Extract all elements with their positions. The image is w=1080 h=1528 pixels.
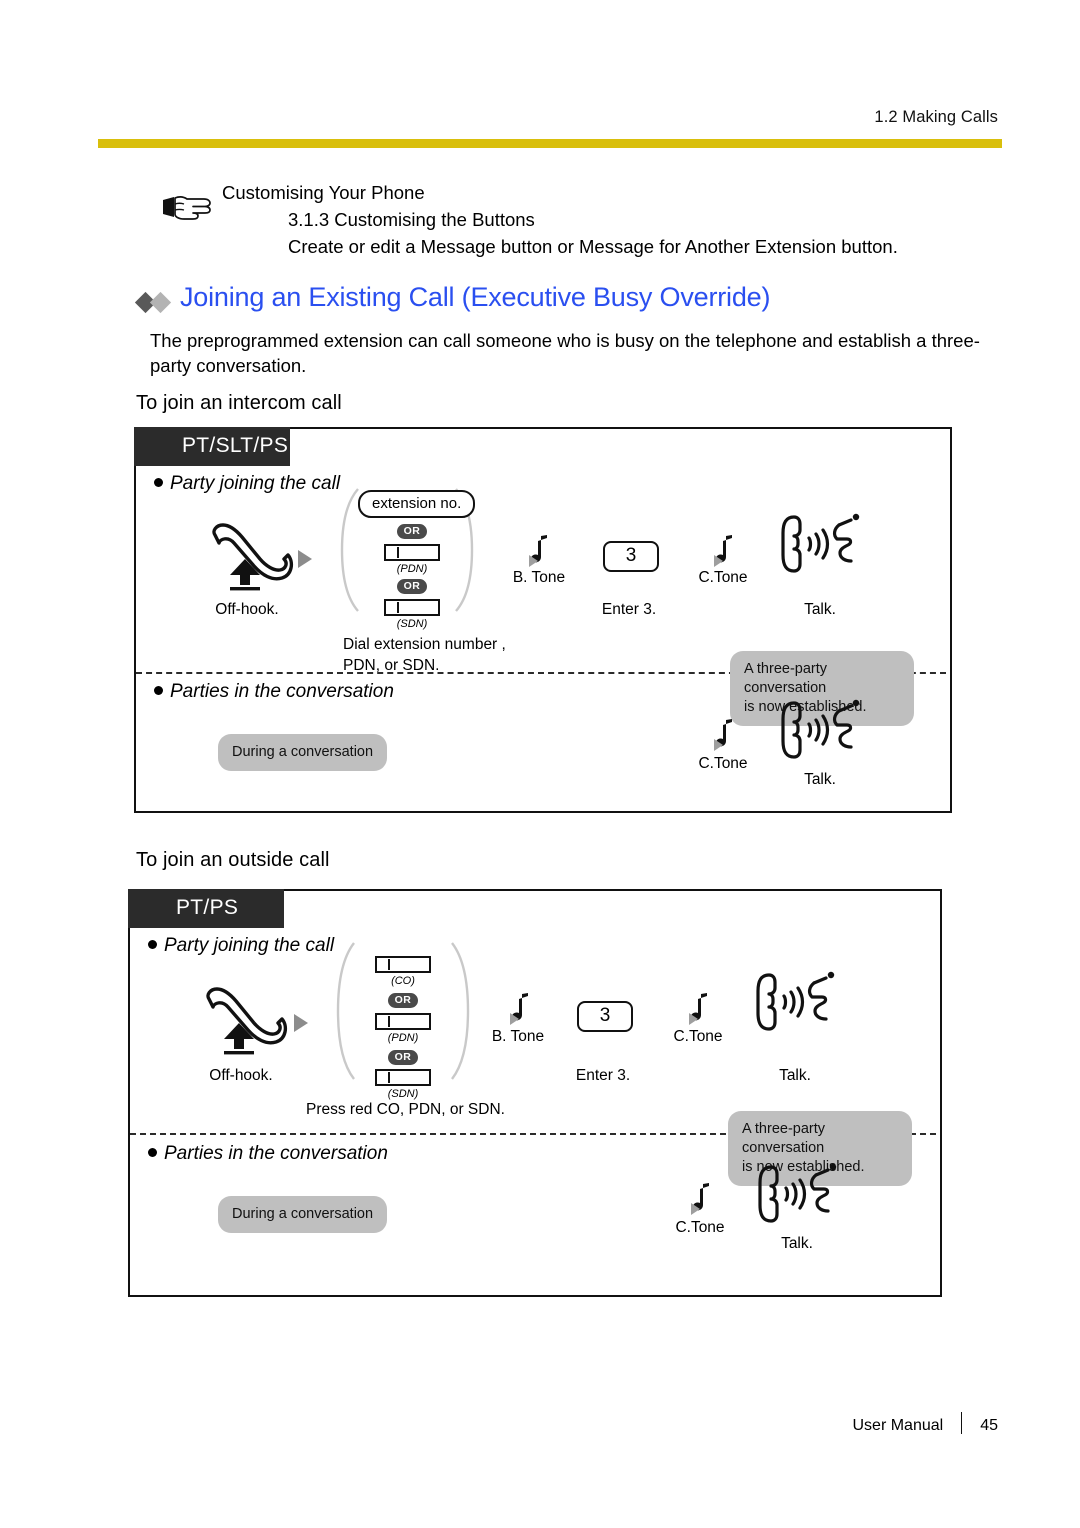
footer-label: User Manual [852, 1417, 944, 1434]
flexible-button-pdn-outside-label: (PDN) [387, 1032, 419, 1044]
flexible-button-pdn [384, 544, 440, 561]
or-badge-1: OR [397, 524, 427, 539]
subhead-intercom: To join an intercom call [136, 392, 342, 414]
flexible-button-sdn-label: (SDN) [396, 618, 428, 630]
caption-c-tone-outside-2: C.Tone [675, 1219, 725, 1236]
diagram-tag-intercom: PT/SLT/PS [134, 427, 290, 466]
row-title-party-joining-outside: Party joining the call [148, 935, 334, 957]
footer: User Manual 45 [852, 1412, 998, 1435]
caption-b-tone-outside: B. Tone [491, 1028, 545, 1045]
flexible-button-sdn-outside-label: (SDN) [387, 1088, 419, 1100]
diagram-tag-outside: PT/PS [128, 889, 284, 928]
keypad-key-3-outside[interactable]: 3 [577, 1001, 633, 1032]
running-head: 1.2 Making Calls [874, 108, 998, 126]
note-line-2: 3.1.3 Customising the Buttons [288, 209, 535, 230]
row-title-party-joining: Party joining the call [154, 473, 340, 495]
subhead-outside: To join an outside call [136, 849, 330, 871]
row-title-parties-in-conversation-outside: Parties in the conversation [148, 1143, 388, 1165]
or-badge-2: OR [397, 579, 427, 594]
flexible-button-co-label: (CO) [391, 975, 415, 987]
talk-icon-2 [777, 697, 863, 769]
caption-b-tone: B. Tone [512, 569, 566, 586]
or-badge-outside-2: OR [388, 1050, 418, 1065]
caption-press-red: Press red CO, PDN, or SDN. [306, 1101, 505, 1118]
page-number: 45 [980, 1417, 998, 1434]
flexible-button-pdn-label: (PDN) [396, 563, 428, 575]
busy-tone-icon-outside [502, 991, 536, 1031]
callout-during-label-outside: During a conversation [232, 1206, 374, 1222]
diagram-intercom: PT/SLT/PS Party joining the call Off-hoo… [134, 427, 952, 813]
confirmation-tone-icon [706, 533, 740, 573]
callout-during-conversation-outside: During a conversation [218, 1196, 388, 1233]
note-line-1: Customising Your Phone [222, 182, 425, 203]
or-badge-outside-1: OR [388, 993, 418, 1008]
caption-c-tone: C.Tone [698, 569, 748, 586]
caption-c-tone-2: C.Tone [698, 755, 748, 772]
caption-talk-2: Talk. [804, 771, 836, 788]
diagram-tag-outside-label: PT/PS [176, 896, 239, 919]
caption-dial-line-1: Dial extension number , [343, 636, 506, 653]
document-page: 1.2 Making Calls Customising Your Phone … [0, 0, 1080, 1528]
confirmation-tone-icon-outside-2 [683, 1181, 717, 1221]
caption-off-hook-outside: Off-hook. [209, 1067, 273, 1084]
diagram-tag-intercom-label: PT/SLT/PS [182, 434, 289, 457]
caption-enter-3-outside: Enter 3. [575, 1067, 631, 1084]
flexible-button-pdn-outside [375, 1013, 431, 1030]
flexible-button-sdn [384, 599, 440, 616]
caption-c-tone-outside: C.Tone [673, 1028, 723, 1045]
caption-talk-outside-2: Talk. [781, 1235, 813, 1252]
talk-icon-outside [752, 969, 838, 1041]
caption-off-hook: Off-hook. [215, 601, 279, 618]
caption-talk-outside: Talk. [779, 1067, 811, 1084]
callout-during-label: During a conversation [232, 744, 374, 760]
keypad-key-3[interactable]: 3 [603, 541, 659, 572]
busy-tone-icon [521, 533, 555, 573]
bullet-dot-icon [148, 1148, 157, 1157]
extension-no-box: extension no. [358, 490, 476, 518]
callout-line-1-outside: A three-party conversation [742, 1121, 826, 1156]
section-description: The preprogrammed extension can call som… [150, 330, 980, 376]
caption-talk: Talk. [804, 601, 836, 618]
note-line-3: Create or edit a Message button or Messa… [288, 236, 898, 257]
talk-icon-outside-2 [754, 1161, 840, 1233]
footer-separator [961, 1412, 963, 1434]
pointing-hand-icon [160, 190, 216, 226]
bullet-dot-icon [154, 478, 163, 487]
row-title-parties-in-conversation: Parties in the conversation [154, 681, 394, 703]
off-hook-icon [200, 517, 300, 593]
flow-arrow-icon [296, 549, 314, 569]
flexible-button-sdn-outside [375, 1069, 431, 1086]
off-hook-icon-outside [194, 981, 294, 1057]
diagram-outside: PT/PS Party joining the call Off-hook. (… [128, 889, 942, 1297]
confirmation-tone-icon-outside [681, 991, 715, 1031]
flow-arrow-icon-outside [292, 1013, 310, 1033]
talk-icon [777, 511, 863, 583]
bullet-dot-icon [148, 940, 157, 949]
confirmation-tone-icon-2 [706, 717, 740, 757]
bullet-dot-icon [154, 686, 163, 695]
callout-during-conversation: During a conversation [218, 734, 388, 771]
flexible-button-co [375, 956, 431, 973]
page-title: Joining an Existing Call (Executive Busy… [180, 282, 771, 312]
callout-line-1: A three-party conversation [744, 661, 828, 696]
caption-enter-3: Enter 3. [601, 601, 657, 618]
header-rule [98, 139, 1002, 148]
diamond-bullet-icon [134, 291, 180, 314]
